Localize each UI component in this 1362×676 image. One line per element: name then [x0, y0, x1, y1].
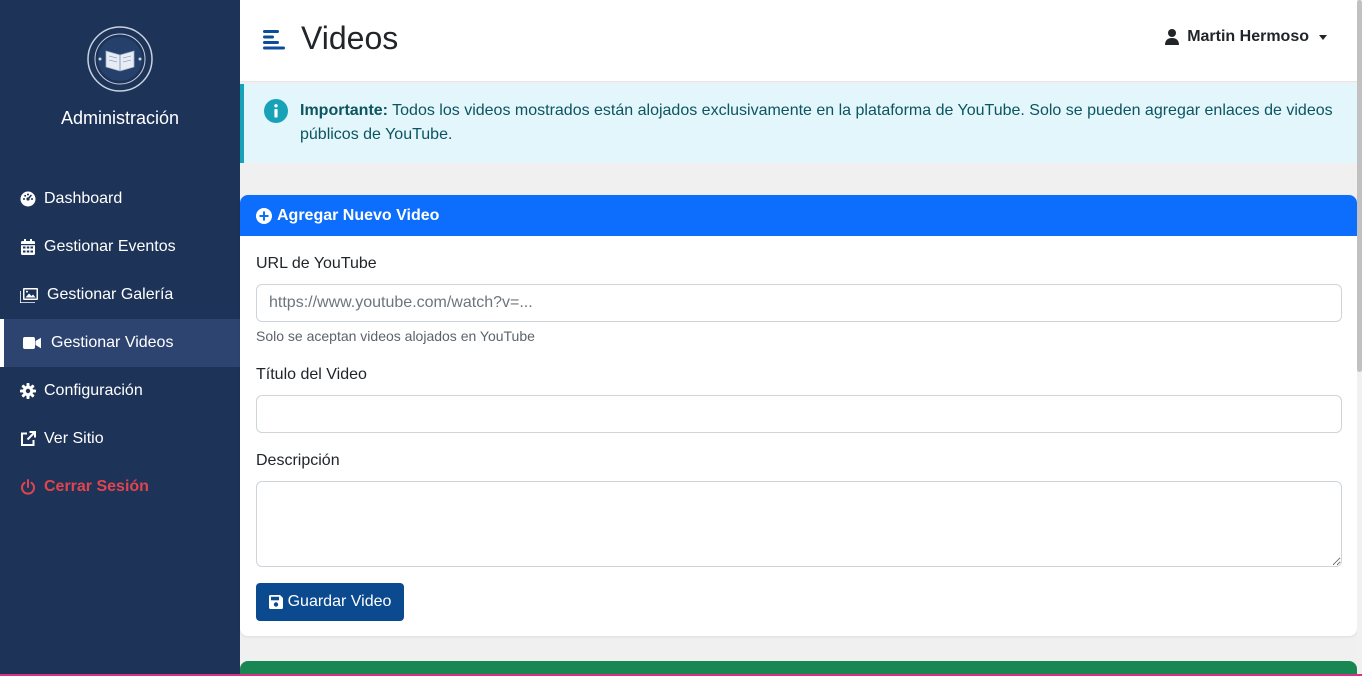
- alert-message: Importante: Todos los videos mostrados e…: [300, 99, 1345, 147]
- sidebar-brand: Administración: [60, 108, 180, 128]
- user-icon: [1165, 29, 1180, 45]
- dashboard-icon: [20, 191, 36, 207]
- sidebar-nav: Dashboard Gestionar Eventos Gestionar Ga…: [0, 175, 240, 511]
- page-title: Videos: [301, 20, 399, 56]
- floppy-disk-icon: [268, 595, 283, 609]
- save-video-button[interactable]: Guardar Video: [256, 583, 404, 621]
- page-scrollbar[interactable]: [1357, 0, 1362, 676]
- info-circle-icon: [264, 99, 288, 123]
- external-link-icon: [20, 431, 36, 447]
- video-title-input[interactable]: [256, 395, 1342, 433]
- sidebar-item-ver-sitio[interactable]: Ver Sitio: [0, 415, 240, 463]
- institution-logo: [86, 25, 154, 93]
- video-camera-icon: [23, 335, 41, 351]
- sidebar-item-label: Gestionar Eventos: [44, 238, 176, 255]
- gear-icon: [20, 383, 36, 399]
- save-button-label: Guardar Video: [287, 593, 392, 610]
- sidebar: Administración Dashboard Gestionar Event…: [0, 0, 240, 676]
- sidebar-item-label: Gestionar Videos: [51, 334, 174, 351]
- sidebar-item-galeria[interactable]: Gestionar Galería: [0, 271, 240, 319]
- card-header: Agregar Nuevo Video: [240, 195, 1357, 236]
- sidebar-item-label: Gestionar Galería: [47, 286, 174, 303]
- card-title: Agregar Nuevo Video: [277, 206, 440, 224]
- user-dropdown[interactable]: Martin Hermoso: [1165, 28, 1327, 46]
- power-icon: [20, 479, 36, 495]
- info-alert: Importante: Todos los videos mostrados e…: [240, 84, 1357, 163]
- sidebar-item-label: Configuración: [44, 382, 143, 399]
- sidebar-item-label: Cerrar Sesión: [44, 478, 149, 495]
- description-label: Descripción: [256, 452, 340, 469]
- sidebar-item-eventos[interactable]: Gestionar Eventos: [0, 223, 240, 271]
- sidebar-item-configuracion[interactable]: Configuración: [0, 367, 240, 415]
- alert-strong: Importante:: [300, 102, 388, 119]
- caret-down-icon: [1319, 34, 1327, 40]
- sidebar-item-label: Dashboard: [44, 190, 123, 207]
- description-textarea[interactable]: [256, 481, 1342, 567]
- add-video-card: Agregar Nuevo Video URL de YouTube Solo …: [240, 195, 1357, 636]
- scrollbar-thumb[interactable]: [1357, 0, 1362, 372]
- sidebar-item-label: Ver Sitio: [44, 430, 104, 447]
- image-icon: [20, 287, 38, 303]
- top-header: Videos Martin Hermoso: [240, 0, 1357, 82]
- sidebar-item-cerrar-sesion[interactable]: Cerrar Sesión: [0, 463, 240, 511]
- alert-body: Todos los videos mostrados están alojado…: [300, 102, 1333, 143]
- plus-circle-icon: [256, 207, 272, 224]
- align-left-icon[interactable]: [263, 28, 285, 50]
- sidebar-item-videos[interactable]: Gestionar Videos: [0, 319, 240, 367]
- user-name: Martin Hermoso: [1187, 28, 1309, 45]
- title-label: Título del Video: [256, 366, 367, 383]
- sidebar-item-dashboard[interactable]: Dashboard: [0, 175, 240, 223]
- url-label: URL de YouTube: [256, 255, 377, 272]
- calendar-icon: [20, 239, 36, 255]
- url-help-text: Solo se aceptan videos alojados en YouTu…: [256, 328, 535, 344]
- youtube-url-input[interactable]: [256, 284, 1342, 322]
